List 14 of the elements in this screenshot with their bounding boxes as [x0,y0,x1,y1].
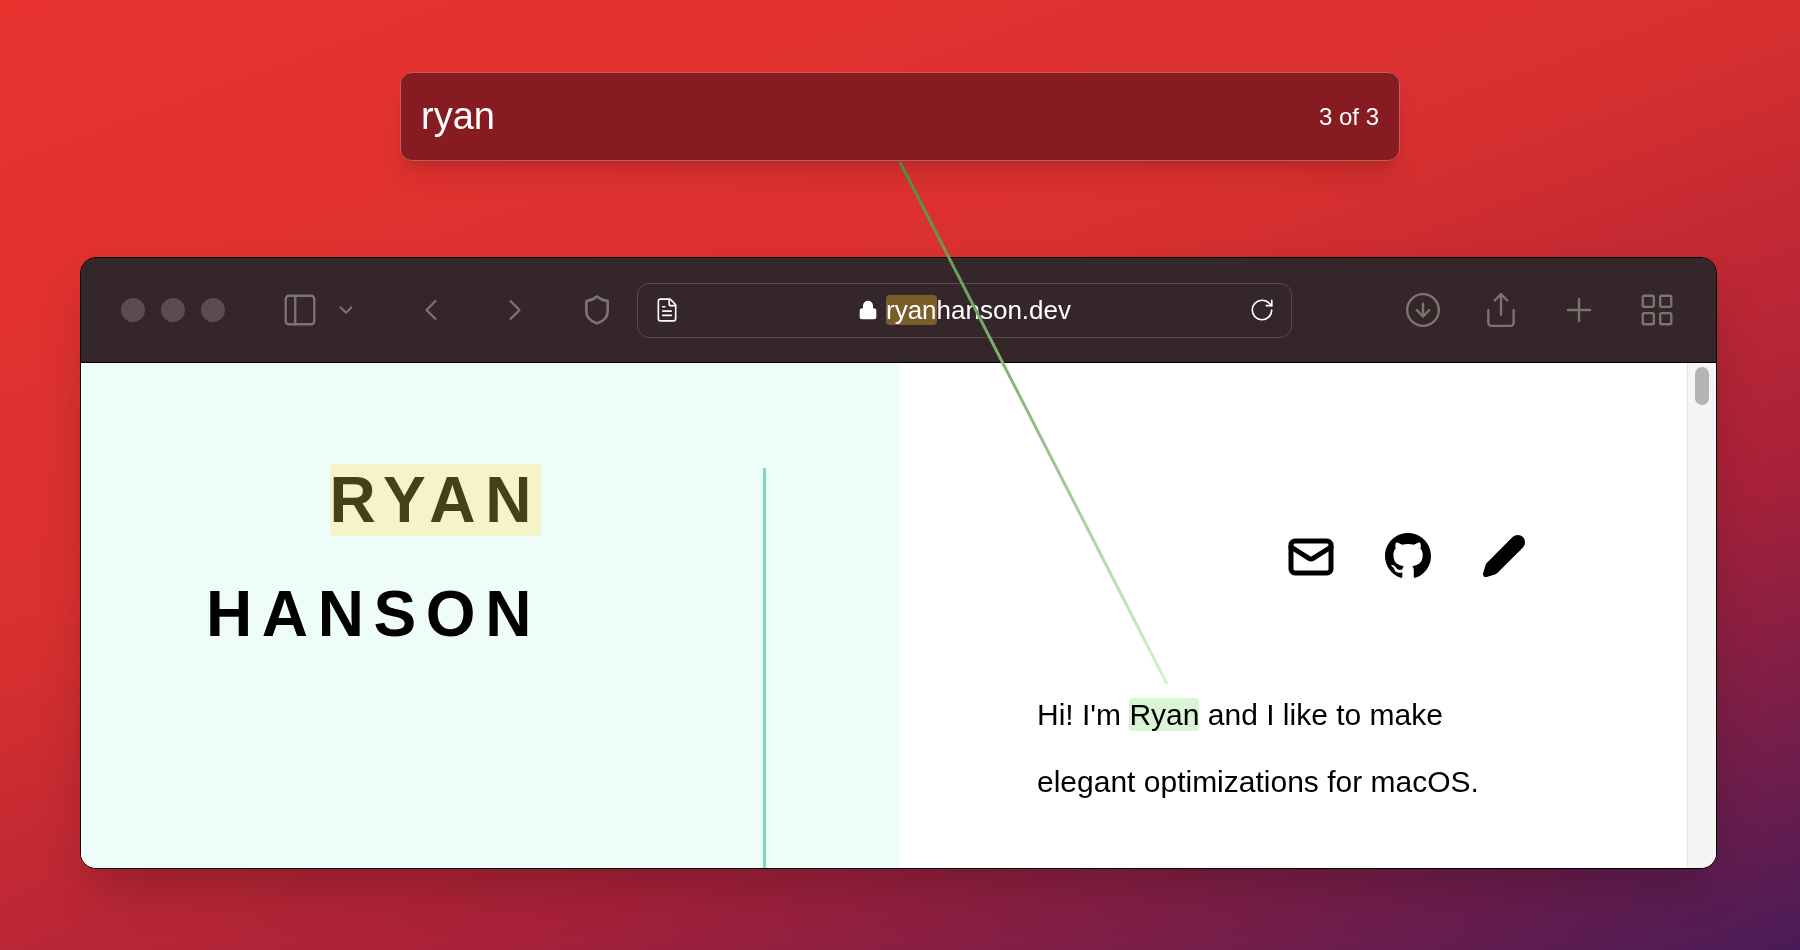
scrollbar[interactable] [1687,363,1716,868]
pencil-icon[interactable] [1481,533,1527,579]
match-count: 3 of 3 [1318,101,1379,132]
github-icon[interactable] [1385,533,1431,579]
window-control[interactable] [161,298,185,322]
find-bar[interactable]: ryan 3 of 3 [400,72,1400,161]
window-control[interactable] [121,298,145,322]
intro-paragraph: Hi! I'm Ryan and I like to make elegant optimizations for macOS. [1037,697,1480,800]
download-icon[interactable] [1404,291,1442,329]
name-heading: HANSON [206,582,541,646]
lock-icon [858,300,878,320]
reload-icon[interactable] [1249,297,1275,323]
find-query: ryan [421,94,495,139]
window-control[interactable] [201,298,225,322]
